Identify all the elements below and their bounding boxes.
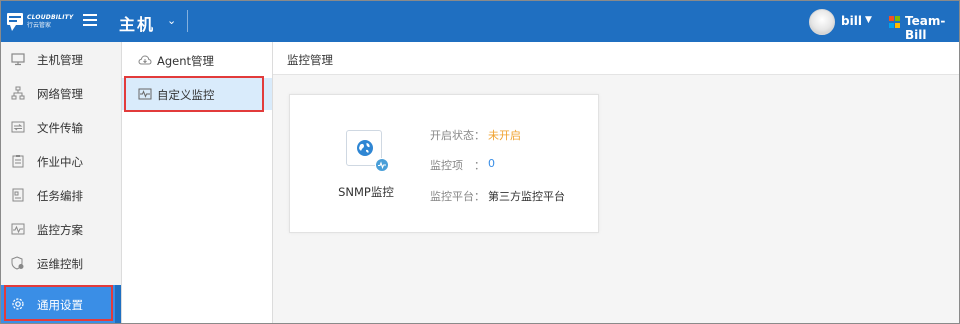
top-bar: CLOUDBILITY 行云管家 主机 ⌄ bill ▼ Team-Bill [1, 1, 959, 42]
subnav-item-label: Agent管理 [157, 54, 215, 68]
file-transfer-icon [11, 121, 25, 133]
sidebar-item-label: 主机管理 [37, 53, 83, 67]
sidebar-item-network[interactable]: 网络管理 [1, 76, 121, 110]
app-title[interactable]: 主机 [119, 11, 155, 35]
highlight-box [4, 285, 113, 321]
breadcrumb: 监控管理 [273, 42, 959, 75]
menu-toggle-icon[interactable] [83, 14, 97, 28]
user-chevron-down-icon[interactable]: ▼ [865, 15, 872, 25]
sidebar-item-ops-control[interactable]: 运维控制 [1, 246, 121, 280]
subnav-item-agent-management[interactable]: Agent管理 [122, 44, 272, 76]
status-label: 开启状态： [430, 129, 485, 142]
logo-brand: CLOUDBILITY [27, 14, 74, 21]
monitor-items-value[interactable]: 0 [488, 157, 495, 170]
monitor-icon [11, 53, 25, 66]
monitor-items-separator: ： [474, 159, 485, 172]
sidebar-item-job-center[interactable]: 作业中心 [1, 144, 121, 178]
card-title: SNMP监控 [338, 185, 394, 199]
sidebar-item-label: 运维控制 [37, 257, 83, 271]
platform-value: 第三方监控平台 [488, 190, 565, 203]
main-content: 监控管理 SNMP监控 开启状态： 未开启 监控项 ： 0 监控平台： 第三方监… [273, 42, 959, 323]
sidebar-item-file-transfer[interactable]: 文件传输 [1, 110, 121, 144]
monitor-chart-icon [11, 223, 25, 235]
status-value: 未开启 [488, 129, 521, 142]
avatar[interactable] [809, 9, 835, 35]
platform-field: 监控平台： 第三方监控平台 [430, 188, 565, 204]
sidebar-item-host-management[interactable]: 主机管理 [1, 42, 121, 76]
highlight-box [124, 76, 264, 112]
shield-gear-icon [11, 256, 24, 270]
app-window: CLOUDBILITY 行云管家 主机 ⌄ bill ▼ Team-Bill 主… [0, 0, 960, 324]
user-name[interactable]: bill [841, 14, 862, 28]
monitor-items-label: 监控项 [430, 159, 463, 172]
clipboard-icon [12, 155, 24, 168]
sidebar-item-label: 网络管理 [37, 87, 83, 101]
task-orchestration-icon [12, 188, 24, 202]
logo[interactable]: CLOUDBILITY 行云管家 [6, 8, 80, 36]
active-indicator [115, 285, 121, 323]
snmp-monitor-card[interactable]: SNMP监控 开启状态： 未开启 监控项 ： 0 监控平台： 第三方监控平台 [289, 94, 599, 233]
sidebar: 主机管理 网络管理 文件传输 作业中心 任务编排 监控方案 运维控制 通用设置 [1, 42, 122, 323]
divider [187, 10, 188, 32]
cloud-icon [138, 55, 152, 65]
team-windows-icon [889, 16, 901, 28]
monitor-items-field: 监控项 ： 0 [430, 157, 495, 173]
cloudbility-logo-icon [6, 12, 24, 32]
sidebar-item-label: 作业中心 [37, 155, 83, 169]
globe-icon [357, 140, 373, 156]
sidebar-item-monitoring-plan[interactable]: 监控方案 [1, 212, 121, 246]
status-field: 开启状态： 未开启 [430, 127, 521, 143]
network-icon [11, 86, 25, 100]
sidebar-item-label: 文件传输 [37, 121, 83, 135]
sidebar-item-label: 任务编排 [37, 189, 83, 203]
chevron-down-icon[interactable]: ⌄ [167, 14, 176, 27]
card-icon [346, 130, 389, 172]
sidebar-item-task-orchestration[interactable]: 任务编排 [1, 178, 121, 212]
platform-label: 监控平台： [430, 190, 485, 203]
sidebar-item-label: 监控方案 [37, 223, 83, 237]
logo-subtitle: 行云管家 [27, 22, 52, 29]
team-name[interactable]: Team-Bill [905, 14, 959, 42]
page-title: 监控管理 [287, 53, 333, 67]
secondary-sidebar: Agent管理 自定义监控 [122, 42, 273, 323]
pulse-badge-icon [375, 158, 389, 172]
